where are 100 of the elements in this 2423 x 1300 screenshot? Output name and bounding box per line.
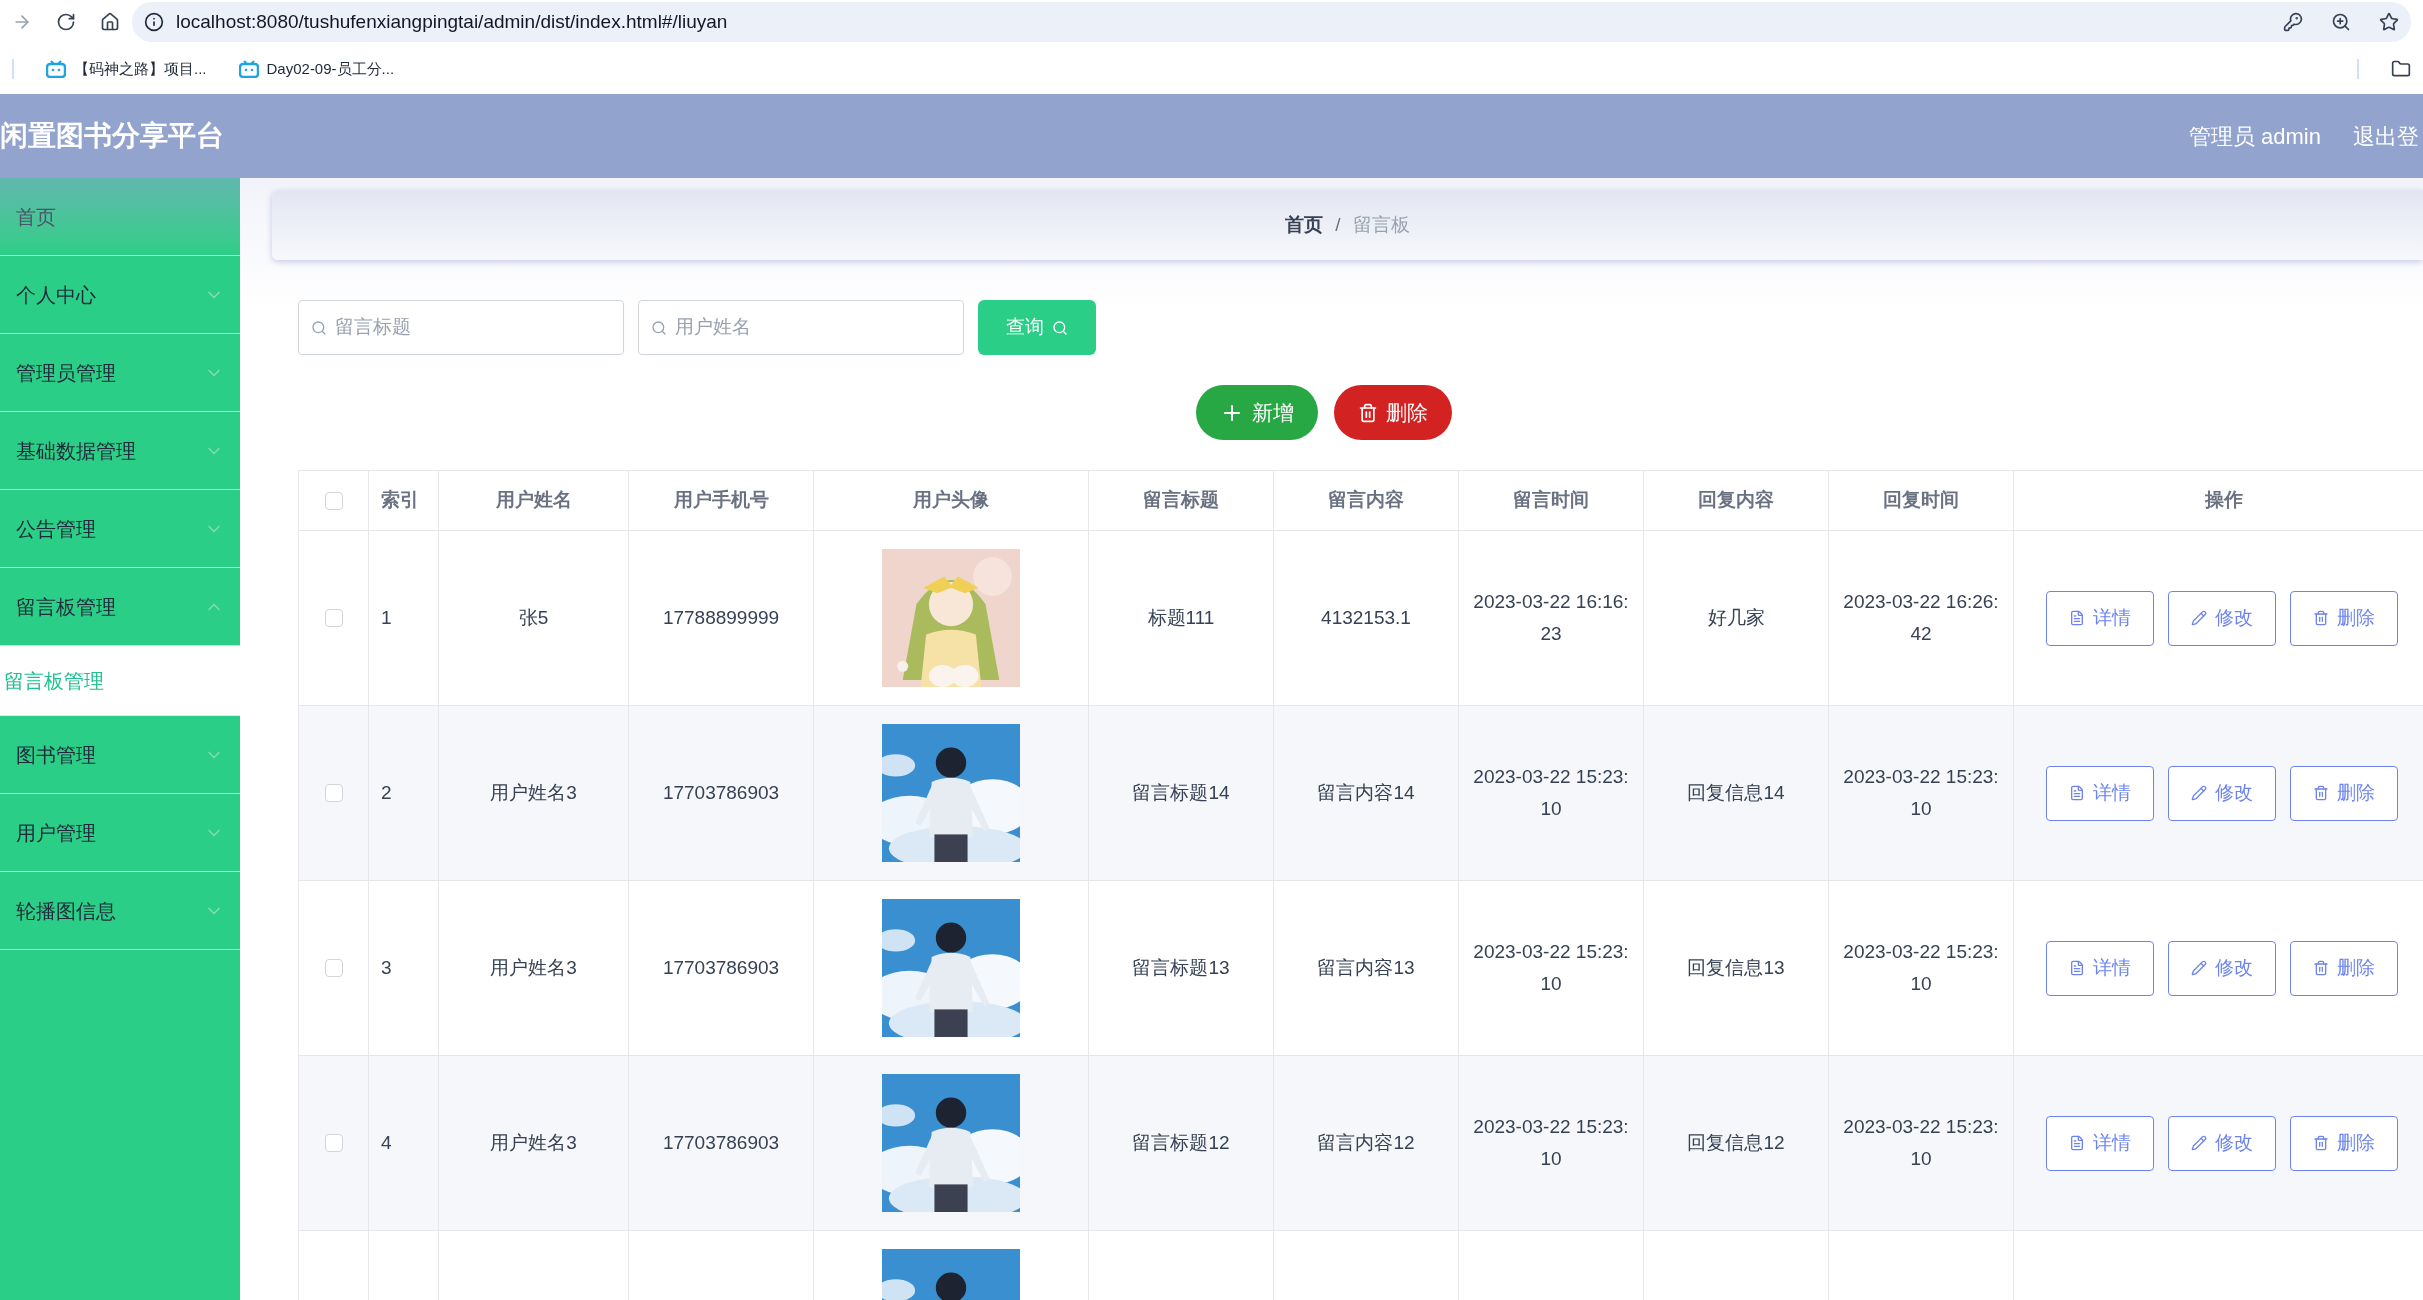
url-text: localhost:8080/tushufenxiangpingtai/admin/dist/index.html#/liuyan	[176, 9, 728, 34]
table-cell-text: 用户姓名3	[490, 956, 577, 980]
trash-icon	[2313, 610, 2329, 626]
column-header: 用户姓名	[439, 471, 629, 530]
key-icon[interactable]	[2283, 12, 2303, 32]
star-icon[interactable]	[2379, 12, 2399, 32]
trash-icon	[2313, 960, 2329, 976]
pencil-icon	[2191, 1135, 2207, 1151]
reload-icon[interactable]	[56, 12, 76, 32]
delete-button[interactable]: 删除	[1333, 385, 1452, 440]
delete-button[interactable]: 删除	[2290, 590, 2398, 646]
search-input[interactable]: 留言标题	[335, 313, 611, 342]
table-cell-text: 2023-03-22 15:23:10	[1472, 940, 1630, 996]
site-title: 闲置图书分享平台	[0, 119, 224, 153]
checkbox[interactable]	[324, 959, 343, 977]
table-cell-text: 留言内容12	[1317, 1131, 1415, 1155]
breadcrumb-link[interactable]: 首页	[1285, 210, 1324, 240]
table-cell-text: 留言内容14	[1317, 781, 1415, 805]
logout-link[interactable]: 退出登	[2353, 119, 2419, 153]
home-icon[interactable]	[100, 12, 120, 32]
table-cell-text: 用户姓名3	[490, 781, 577, 805]
trash-icon	[2313, 1135, 2329, 1151]
trash-icon	[1357, 402, 1378, 423]
document-icon	[2069, 1135, 2085, 1151]
add-button[interactable]: 新增	[1195, 385, 1318, 440]
tv-icon	[46, 60, 66, 78]
search-field[interactable]: 用户姓名	[638, 300, 964, 355]
details-button[interactable]: 详情	[2046, 765, 2154, 821]
bookmark[interactable]: Day02-09-员工分...	[238, 57, 395, 81]
table-cell-text: 张5	[518, 606, 549, 630]
submenu-item[interactable]: 留言板管理	[0, 646, 240, 716]
table-cell-text: 留言标题12	[1132, 1131, 1230, 1155]
edit-button[interactable]: 修改	[2168, 940, 2276, 996]
table-cell-text: 17703786903	[662, 1131, 780, 1155]
table-cell-text: 回复信息12	[1687, 1131, 1785, 1155]
user-label: 管理员 admin	[2188, 122, 2321, 151]
table-cell-text: 17703786903	[662, 781, 780, 805]
details-button[interactable]: 详情	[2046, 940, 2154, 996]
table-cell-text: 2023-03-22 16:26:42	[1842, 590, 2000, 646]
table-cell-text: 4132153.1	[1321, 606, 1411, 630]
column-header: 留言内容	[1274, 471, 1459, 530]
table-cell-text: 4	[381, 1131, 392, 1155]
table-cell-text: 2023-03-22 15:23:10	[1472, 1115, 1630, 1171]
table-cell-text: 2023-03-22 15:23:10	[1842, 1115, 2000, 1171]
folder-icon[interactable]	[2391, 59, 2411, 79]
document-icon	[2069, 785, 2085, 801]
column-header: 回复时间	[1829, 471, 2014, 530]
column-header: 索引	[369, 471, 439, 530]
delete-button[interactable]: 删除	[2290, 940, 2398, 996]
address-bar[interactable]: localhost:8080/tushufenxiangpingtai/admin/dist/index.html#/liuyan	[132, 2, 2411, 42]
table-cell-text: 回复信息14	[1687, 781, 1785, 805]
table-cell-text: 2	[381, 781, 392, 805]
table-cell-text: 1	[381, 606, 392, 630]
pencil-icon	[2191, 785, 2207, 801]
details-button[interactable]: 详情	[2046, 1115, 2154, 1171]
column-header: 留言标题	[1089, 471, 1274, 530]
info-icon[interactable]	[144, 12, 164, 32]
checkbox[interactable]	[324, 1134, 343, 1152]
table-cell-text: 留言标题14	[1132, 781, 1230, 805]
edit-button[interactable]: 修改	[2168, 1115, 2276, 1171]
column-header: 用户手机号	[629, 471, 814, 530]
search-field[interactable]: 留言标题	[298, 300, 624, 355]
column-header: 操作	[2014, 471, 2423, 530]
checkbox[interactable]	[324, 609, 343, 627]
table-cell-text: 2023-03-22 15:23:10	[1472, 765, 1630, 821]
table-cell-text: 2023-03-22 15:23:10	[1842, 940, 2000, 996]
document-icon	[2069, 610, 2085, 626]
edit-button[interactable]: 修改	[2168, 765, 2276, 821]
details-button[interactable]: 详情	[2046, 590, 2154, 646]
pencil-icon	[2191, 610, 2207, 626]
column-header: 回复内容	[1644, 471, 1829, 530]
table-cell-text: 用户姓名3	[490, 1131, 577, 1155]
edit-button[interactable]: 修改	[2168, 590, 2276, 646]
table-cell-text: 17703786903	[662, 956, 780, 980]
delete-button[interactable]: 删除	[2290, 765, 2398, 821]
trash-icon	[2313, 785, 2329, 801]
bookmark[interactable]: 【码神之路】项目...	[46, 57, 207, 81]
search-icon	[1052, 319, 1068, 336]
breadcrumb-separator: /	[1335, 212, 1341, 237]
table-cell-text: 2023-03-22 16:16:23	[1472, 590, 1630, 646]
pencil-icon	[2191, 960, 2207, 976]
tv-icon	[238, 60, 259, 78]
search-button[interactable]: 查询	[978, 300, 1096, 355]
column-header: 用户头像	[814, 471, 1089, 530]
table-cell-text: 3	[381, 956, 392, 980]
table-cell-text: 留言标题13	[1132, 956, 1230, 980]
document-icon	[2069, 960, 2085, 976]
table-cell-text: 好几家	[1707, 606, 1765, 630]
breadcrumb-link[interactable]: 留言板	[1352, 210, 1410, 240]
table-cell-text: 留言内容13	[1317, 956, 1415, 980]
checkbox[interactable]	[324, 491, 343, 510]
search-icon	[311, 319, 327, 336]
table-cell-text: 标题111	[1147, 606, 1215, 630]
table-cell-text: 回复信息13	[1687, 956, 1785, 980]
checkbox[interactable]	[324, 784, 343, 802]
search-input[interactable]: 用户姓名	[675, 313, 951, 342]
table-cell-text: 17788899999	[662, 606, 780, 630]
table-cell-text: 2023-03-22 15:23:10	[1842, 765, 2000, 821]
delete-button[interactable]: 删除	[2290, 1115, 2398, 1171]
zoom-icon[interactable]	[2331, 12, 2351, 32]
